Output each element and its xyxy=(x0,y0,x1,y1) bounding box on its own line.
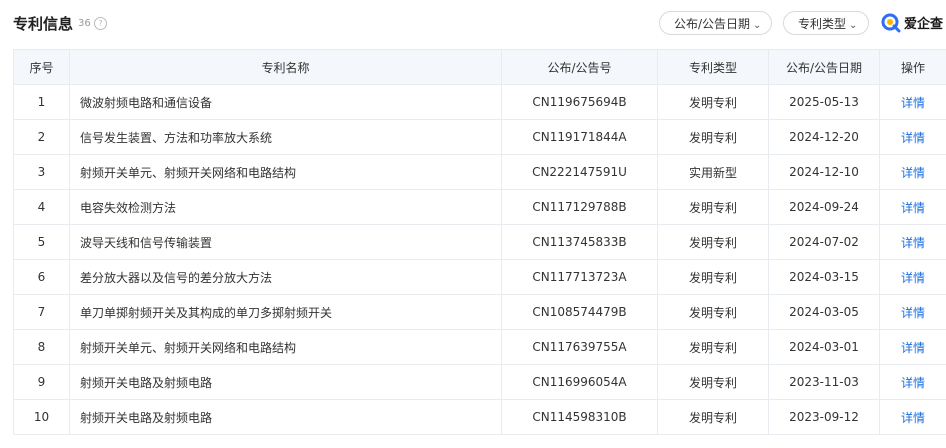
row-index: 7 xyxy=(13,294,70,330)
patent-name: 电容失效检测方法 xyxy=(69,189,502,225)
publish-date: 2025-05-13 xyxy=(768,84,880,120)
patent-type: 发明专利 xyxy=(657,119,769,155)
patent-number: CN108574479B xyxy=(501,294,658,330)
publish-date: 2023-09-12 xyxy=(768,399,880,435)
patent-number: CN114598310B xyxy=(501,399,658,435)
patent-number: CN116996054A xyxy=(501,364,658,400)
patent-name: 微波射频电路和通信设备 xyxy=(69,84,502,120)
table-row: 2 信号发生装置、方法和功率放大系统 CN119171844A 发明专利 2024-12… xyxy=(13,119,946,155)
patent-name: 单刀单掷射频开关及其构成的单刀多掷射频开关 xyxy=(69,294,502,330)
column-header-index: 序号 xyxy=(13,49,70,85)
publish-date: 2024-03-15 xyxy=(768,259,880,295)
patent-name: 射频开关电路及射频电路 xyxy=(69,399,502,435)
details-link[interactable]: 详情 xyxy=(879,224,946,260)
chevron-down-icon: ⌄ xyxy=(753,20,762,31)
row-index: 10 xyxy=(13,399,70,435)
patent-type: 发明专利 xyxy=(657,84,769,120)
publish-date: 2024-03-01 xyxy=(768,329,880,365)
column-header-date: 公布/公告日期 xyxy=(768,49,880,85)
row-index: 1 xyxy=(13,84,70,120)
patent-name: 射频开关电路及射频电路 xyxy=(69,364,502,400)
table-row: 10 射频开关电路及射频电路 CN114598310B 发明专利 2023-09-12 详… xyxy=(13,399,946,435)
patent-type: 实用新型 xyxy=(657,154,769,190)
patent-number: CN113745833B xyxy=(501,224,658,260)
publish-date: 2023-11-03 xyxy=(768,364,880,400)
table-body: 1 微波射频电路和通信设备 CN119675694B 发明专利 2025-05-13 详情… xyxy=(13,84,946,435)
row-index: 8 xyxy=(13,329,70,365)
row-index: 3 xyxy=(13,154,70,190)
patent-name: 射频开关单元、射频开关网络和电路结构 xyxy=(69,154,502,190)
patent-type: 发明专利 xyxy=(657,189,769,225)
patent-type: 发明专利 xyxy=(657,294,769,330)
row-index: 4 xyxy=(13,189,70,225)
table-row: 3 射频开关单元、射频开关网络和电路结构 CN222147591U 实用新型 2024-… xyxy=(13,154,946,190)
aiqicha-logo-icon xyxy=(881,13,901,33)
details-link[interactable]: 详情 xyxy=(879,294,946,330)
details-link[interactable]: 详情 xyxy=(879,84,946,120)
patent-name: 差分放大器以及信号的差分放大方法 xyxy=(69,259,502,295)
table-row: 8 射频开关单元、射频开关网络和电路结构 CN117639755A 发明专利 2024-… xyxy=(13,329,946,365)
filter-type-label: 专利类型 xyxy=(798,17,847,31)
patent-number: CN222147591U xyxy=(501,154,658,190)
help-icon[interactable]: ? xyxy=(94,17,107,30)
patent-section-header: 专利信息 36 ? 公布/公告日期 ⌄ 专利类型 ⌄ 爱企查 xyxy=(0,0,946,48)
column-header-type: 专利类型 xyxy=(657,49,769,85)
patent-number: CN117713723A xyxy=(501,259,658,295)
column-header-number: 公布/公告号 xyxy=(501,49,658,85)
details-link[interactable]: 详情 xyxy=(879,154,946,190)
patent-name: 波导天线和信号传输装置 xyxy=(69,224,502,260)
table-row: 7 单刀单掷射频开关及其构成的单刀多掷射频开关 CN108574479B 发明专利 20… xyxy=(13,294,946,330)
publish-date: 2024-12-10 xyxy=(768,154,880,190)
patent-type: 发明专利 xyxy=(657,399,769,435)
patent-table: 序号 专利名称 公布/公告号 专利类型 公布/公告日期 操作 1 微波射频电路和通信设备 CN… xyxy=(13,49,946,435)
patent-number: CN117129788B xyxy=(501,189,658,225)
row-index: 2 xyxy=(13,119,70,155)
table-row: 4 电容失效检测方法 CN117129788B 发明专利 2024-09-24 详情 xyxy=(13,189,946,225)
table-row: 9 射频开关电路及射频电路 CN116996054A 发明专利 2023-11-03 详情 xyxy=(13,364,946,400)
details-link[interactable]: 详情 xyxy=(879,119,946,155)
patent-name: 信号发生装置、方法和功率放大系统 xyxy=(69,119,502,155)
filter-date-label: 公布/公告日期 xyxy=(674,17,751,31)
row-index: 9 xyxy=(13,364,70,400)
filter-date-dropdown[interactable]: 公布/公告日期 ⌄ xyxy=(659,11,772,35)
publish-date: 2024-12-20 xyxy=(768,119,880,155)
publish-date: 2024-07-02 xyxy=(768,224,880,260)
row-index: 5 xyxy=(13,224,70,260)
patent-number: CN117639755A xyxy=(501,329,658,365)
row-index: 6 xyxy=(13,259,70,295)
patent-name: 射频开关单元、射频开关网络和电路结构 xyxy=(69,329,502,365)
patent-type: 发明专利 xyxy=(657,329,769,365)
section-title: 专利信息 xyxy=(13,15,74,33)
details-link[interactable]: 详情 xyxy=(879,364,946,400)
table-row: 6 差分放大器以及信号的差分放大方法 CN117713723A 发明专利 2024-03… xyxy=(13,259,946,295)
patent-type: 发明专利 xyxy=(657,224,769,260)
details-link[interactable]: 详情 xyxy=(879,399,946,435)
column-header-name: 专利名称 xyxy=(69,49,502,85)
details-link[interactable]: 详情 xyxy=(879,329,946,365)
details-link[interactable]: 详情 xyxy=(879,189,946,225)
publish-date: 2024-03-05 xyxy=(768,294,880,330)
patent-type: 发明专利 xyxy=(657,259,769,295)
chevron-down-icon: ⌄ xyxy=(849,20,858,31)
patent-number: CN119675694B xyxy=(501,84,658,120)
patent-number: CN119171844A xyxy=(501,119,658,155)
table-row: 1 微波射频电路和通信设备 CN119675694B 发明专利 2025-05-13 详情 xyxy=(13,84,946,120)
patent-type: 发明专利 xyxy=(657,364,769,400)
details-link[interactable]: 详情 xyxy=(879,259,946,295)
column-header-action: 操作 xyxy=(879,49,946,85)
table-header-row: 序号 专利名称 公布/公告号 专利类型 公布/公告日期 操作 xyxy=(13,49,946,85)
patent-count: 36 xyxy=(78,18,91,29)
logo-text: 爱企查 xyxy=(904,17,944,32)
filter-type-dropdown[interactable]: 专利类型 ⌄ xyxy=(783,11,869,35)
publish-date: 2024-09-24 xyxy=(768,189,880,225)
table-row: 5 波导天线和信号传输装置 CN113745833B 发明专利 2024-07-02 详情 xyxy=(13,224,946,260)
